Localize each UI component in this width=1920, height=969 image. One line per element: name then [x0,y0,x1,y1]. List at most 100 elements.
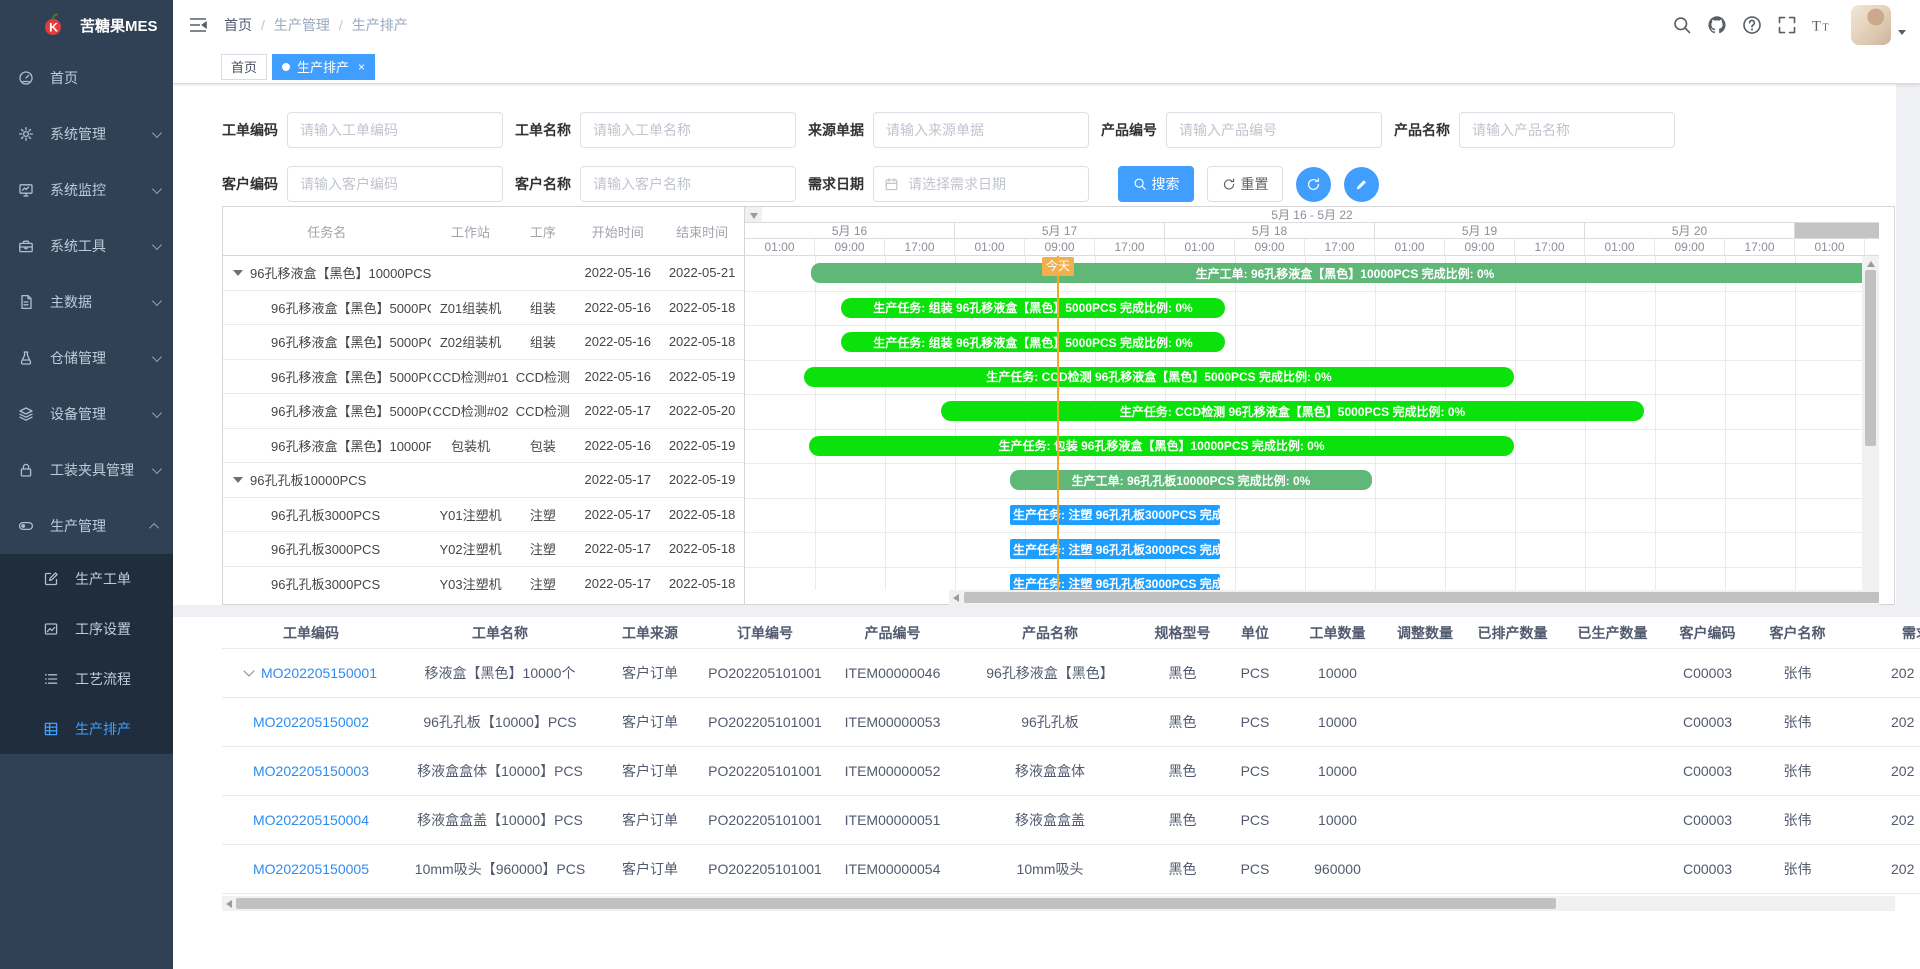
gantt-task-row[interactable]: 96孔移液盒【黑色】10000PCS 2022-05-16 2022-05-21 [223,256,744,291]
gantt-task-row[interactable]: 96孔移液盒【黑色】5000PCS CCD检测#01 CCD检测 2022-05… [223,360,744,395]
gantt-vscroll-thumb[interactable] [1865,270,1876,446]
filter-input-客户名称[interactable] [580,166,796,202]
gantt-task-row[interactable]: 96孔移液盒【黑色】10000PCS 包装机 包装 2022-05-16 202… [223,429,744,464]
gantt-hour-cell: 01:00 [1585,239,1655,255]
sidebar-subitem-生产工单[interactable]: 生产工单 [0,554,173,604]
sidebar-item-label: 设备管理 [50,404,152,424]
gantt-task-row[interactable]: 96孔孔板3000PCS Y03注塑机 注塑 2022-05-17 2022-0… [223,567,744,591]
gantt-task-row[interactable]: 96孔移液盒【黑色】5000PCS Z02组装机 组装 2022-05-16 2… [223,325,744,360]
table-cell: 客户订单 [600,712,700,732]
sidebar-item-设备管理[interactable]: 设备管理 [0,386,173,442]
filter-input-来源单据[interactable] [873,112,1089,148]
gantt-bar[interactable]: 生产工单: 96孔移液盒【黑色】10000PCS 完成比例: 0% [811,263,1879,283]
table-row[interactable]: MO20220515000296孔孔板【10000】PCS客户订单PO20220… [222,698,1920,747]
sidebar-item-系统工具[interactable]: 系统工具 [0,218,173,274]
gantt-bar[interactable]: 生产任务: CCD检测 96孔移液盒【黑色】5000PCS 完成比例: 0% [804,367,1514,387]
sidebar-item-label: 工装夹具管理 [50,460,152,480]
work-order-link[interactable]: MO202205150001 [261,665,377,681]
row-expand-icon[interactable] [243,665,254,676]
gantt-bar[interactable]: 生产任务: 注塑 96孔孔板3000PCS 完成比例: 0% [1010,574,1220,591]
gantt-vertical-scrollbar[interactable] [1862,256,1879,590]
sidebar-submenu: 生产工单工序设置工艺流程生产排产 [0,554,173,754]
gantt-horizontal-scrollbar[interactable] [949,590,1879,605]
sidebar-item-label: 生产管理 [50,516,152,536]
scroll-up-arrow[interactable] [1867,261,1875,267]
scroll-left-arrow[interactable] [953,594,959,602]
edit-schedule-button[interactable] [1344,167,1379,202]
table-hscroll-thumb[interactable] [236,898,1556,909]
user-avatar[interactable] [1851,5,1891,45]
gantt-bar[interactable]: 生产任务: 注塑 96孔孔板3000PCS 完成比例: 0% [1010,505,1220,525]
gantt-bar[interactable]: 生产任务: 注塑 96孔孔板3000PCS 完成比例: 0% [1010,539,1220,559]
tab-close-icon[interactable]: × [358,61,365,73]
monitor-icon [18,182,34,198]
fullscreen-icon[interactable] [1777,15,1797,35]
work-order-link[interactable]: MO202205150004 [253,812,369,828]
gantt-bar[interactable]: 生产任务: 包装 96孔移液盒【黑色】10000PCS 完成比例: 0% [809,436,1514,456]
table-row[interactable]: MO20220515000510mm吸头【960000】PCS客户订单PO202… [222,845,1920,894]
search-icon[interactable] [1672,15,1692,35]
tab-生产排产[interactable]: 生产排产 × [272,54,375,80]
filter-input-客户编码[interactable] [287,166,503,202]
gantt-task-row[interactable]: 96孔移液盒【黑色】5000PCS CCD检测#02 CCD检测 2022-05… [223,394,744,429]
sidebar-item-工装夹具管理[interactable]: 工装夹具管理 [0,442,173,498]
tab-首页[interactable]: 首页 [221,54,267,80]
app-logo[interactable]: K 苦糖果MES [0,0,173,50]
scroll-left-arrow[interactable] [226,900,232,908]
demand-date-input[interactable]: 请选择需求日期 [873,166,1089,202]
gantt-bar[interactable]: 生产工单: 96孔孔板10000PCS 完成比例: 0% [1010,470,1372,490]
table-row[interactable]: MO202205150001移液盒【黑色】10000个客户订单PO2022051… [222,649,1920,698]
filter-input-产品名称[interactable] [1459,112,1675,148]
help-icon[interactable] [1742,15,1762,35]
hamburger-icon[interactable] [189,17,207,33]
breadcrumb-item[interactable]: 生产管理 [274,15,330,35]
breadcrumb-item[interactable]: 首页 [224,15,252,35]
table-cell: 客户订单 [600,810,700,830]
table-horizontal-scrollbar[interactable] [222,896,1895,911]
sidebar-item-生产管理[interactable]: 生产管理 [0,498,173,554]
chevron-down-icon [152,128,162,138]
table-cell: 96孔移液盒【黑色】 [955,663,1145,683]
sidebar-subitem-工序设置[interactable]: 工序设置 [0,604,173,654]
table-cell: 10mm吸头【960000】PCS [400,859,600,879]
sidebar-item-仓储管理[interactable]: 仓储管理 [0,330,173,386]
gantt-bar[interactable]: 生产任务: 组装 96孔移液盒【黑色】5000PCS 完成比例: 0% [841,298,1225,318]
gantt-bar[interactable]: 生产任务: 组装 96孔移液盒【黑色】5000PCS 完成比例: 0% [841,332,1225,352]
table-cell: PCS [1220,812,1290,828]
table-cell: 移液盒盒盖 [955,810,1145,830]
search-button[interactable]: 搜索 [1118,166,1194,202]
sidebar-subitem-工艺流程[interactable]: 工艺流程 [0,654,173,704]
tab-label: 生产排产 [297,57,349,76]
reset-button[interactable]: 重置 [1207,166,1283,202]
sidebar-item-首页[interactable]: 首页 [0,50,173,106]
work-order-link[interactable]: MO202205150003 [253,763,369,779]
gantt-hscroll-thumb[interactable] [964,592,1879,603]
sidebar-item-系统管理[interactable]: 系统管理 [0,106,173,162]
table-header-规格型号: 规格型号 [1145,623,1220,643]
table-header-客户名称: 客户名称 [1750,623,1845,643]
github-icon[interactable] [1707,15,1727,35]
gantt-task-row[interactable]: 96孔孔板10000PCS 2022-05-17 2022-05-19 [223,463,744,498]
filter-input-工单名称[interactable] [580,112,796,148]
gantt-bar[interactable]: 生产任务: CCD检测 96孔移液盒【黑色】5000PCS 完成比例: 0% [941,401,1644,421]
gantt-task-row[interactable]: 96孔孔板3000PCS Y01注塑机 注塑 2022-05-17 2022-0… [223,498,744,533]
work-order-table-body: MO202205150001移液盒【黑色】10000个客户订单PO2022051… [222,649,1920,894]
refresh-schedule-button[interactable] [1296,167,1331,202]
scroll-down-arrow[interactable] [750,213,758,219]
sidebar-item-系统监控[interactable]: 系统监控 [0,162,173,218]
gantt-hour-cell: 09:00 [1445,239,1515,255]
fontsize-icon[interactable]: TT [1812,15,1832,35]
filter-input-工单编码[interactable] [287,112,503,148]
gantt-task-row[interactable]: 96孔孔板3000PCS Y02注塑机 注塑 2022-05-17 2022-0… [223,532,744,567]
collapse-triangle-icon[interactable] [233,477,243,483]
avatar-caret-icon[interactable] [1898,30,1906,35]
table-row[interactable]: MO202205150004移液盒盒盖【10000】PCS客户订单PO20220… [222,796,1920,845]
sidebar-subitem-生产排产[interactable]: 生产排产 [0,704,173,754]
collapse-triangle-icon[interactable] [233,270,243,276]
filter-input-产品编号[interactable] [1166,112,1382,148]
table-row[interactable]: MO202205150003移液盒盒体【10000】PCS客户订单PO20220… [222,747,1920,796]
sidebar-item-主数据[interactable]: 主数据 [0,274,173,330]
work-order-link[interactable]: MO202205150002 [253,714,369,730]
gantt-task-row[interactable]: 96孔移液盒【黑色】5000PCS Z01组装机 组装 2022-05-16 2… [223,291,744,326]
work-order-link[interactable]: MO202205150005 [253,861,369,877]
